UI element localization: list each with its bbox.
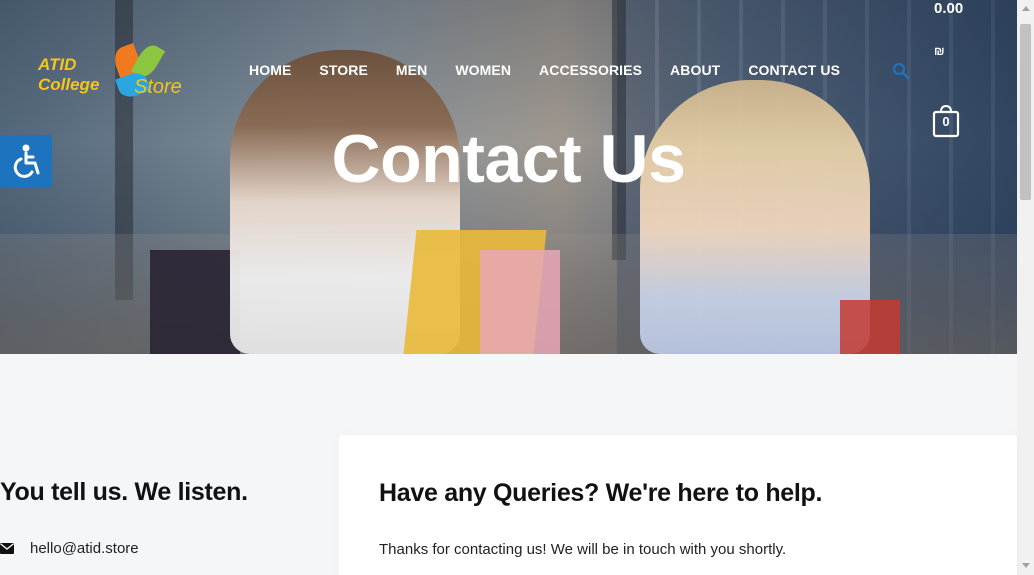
page-title: Contact Us	[331, 121, 686, 197]
scroll-down-icon[interactable]	[1022, 563, 1030, 568]
scroll-up-icon[interactable]	[1022, 6, 1030, 11]
logo-text-atid: ATID	[38, 55, 77, 74]
cart-total[interactable]: 0.00	[934, 0, 963, 17]
card-heading: Have any Queries? We're here to help.	[379, 479, 823, 507]
logo-text-store: Store	[134, 76, 182, 98]
contact-form-card: Have any Queries? We're here to help. Th…	[339, 435, 1017, 575]
nav-home[interactable]: HOME	[235, 62, 305, 78]
nav-about[interactable]: ABOUT	[656, 62, 734, 78]
nav-accessories[interactable]: ACCESSORIES	[525, 62, 656, 78]
nav-contact-us[interactable]: CONTACT US	[734, 62, 854, 78]
site-logo[interactable]: ATID College Store	[38, 41, 198, 104]
main-nav: HOME STORE MEN WOMEN ACCESSORIES ABOUT C…	[235, 62, 854, 78]
scrollbar[interactable]	[1017, 0, 1034, 575]
logo-text-college: College	[38, 75, 100, 94]
cart-currency: ₪	[934, 44, 945, 58]
search-icon[interactable]	[892, 62, 910, 80]
contact-heading: You tell us. We listen.	[0, 478, 248, 506]
contact-email-link[interactable]: hello@atid.store	[30, 540, 139, 557]
hero-bag	[840, 300, 900, 354]
nav-store[interactable]: STORE	[305, 62, 381, 78]
nav-women[interactable]: WOMEN	[441, 62, 525, 78]
mail-icon	[0, 543, 14, 554]
hero-bag	[480, 250, 560, 354]
scrollbar-thumb[interactable]	[1020, 24, 1031, 200]
card-text: Thanks for contacting us! We will be in …	[379, 541, 787, 558]
nav-men[interactable]: MEN	[382, 62, 441, 78]
hero-bag	[150, 250, 240, 354]
